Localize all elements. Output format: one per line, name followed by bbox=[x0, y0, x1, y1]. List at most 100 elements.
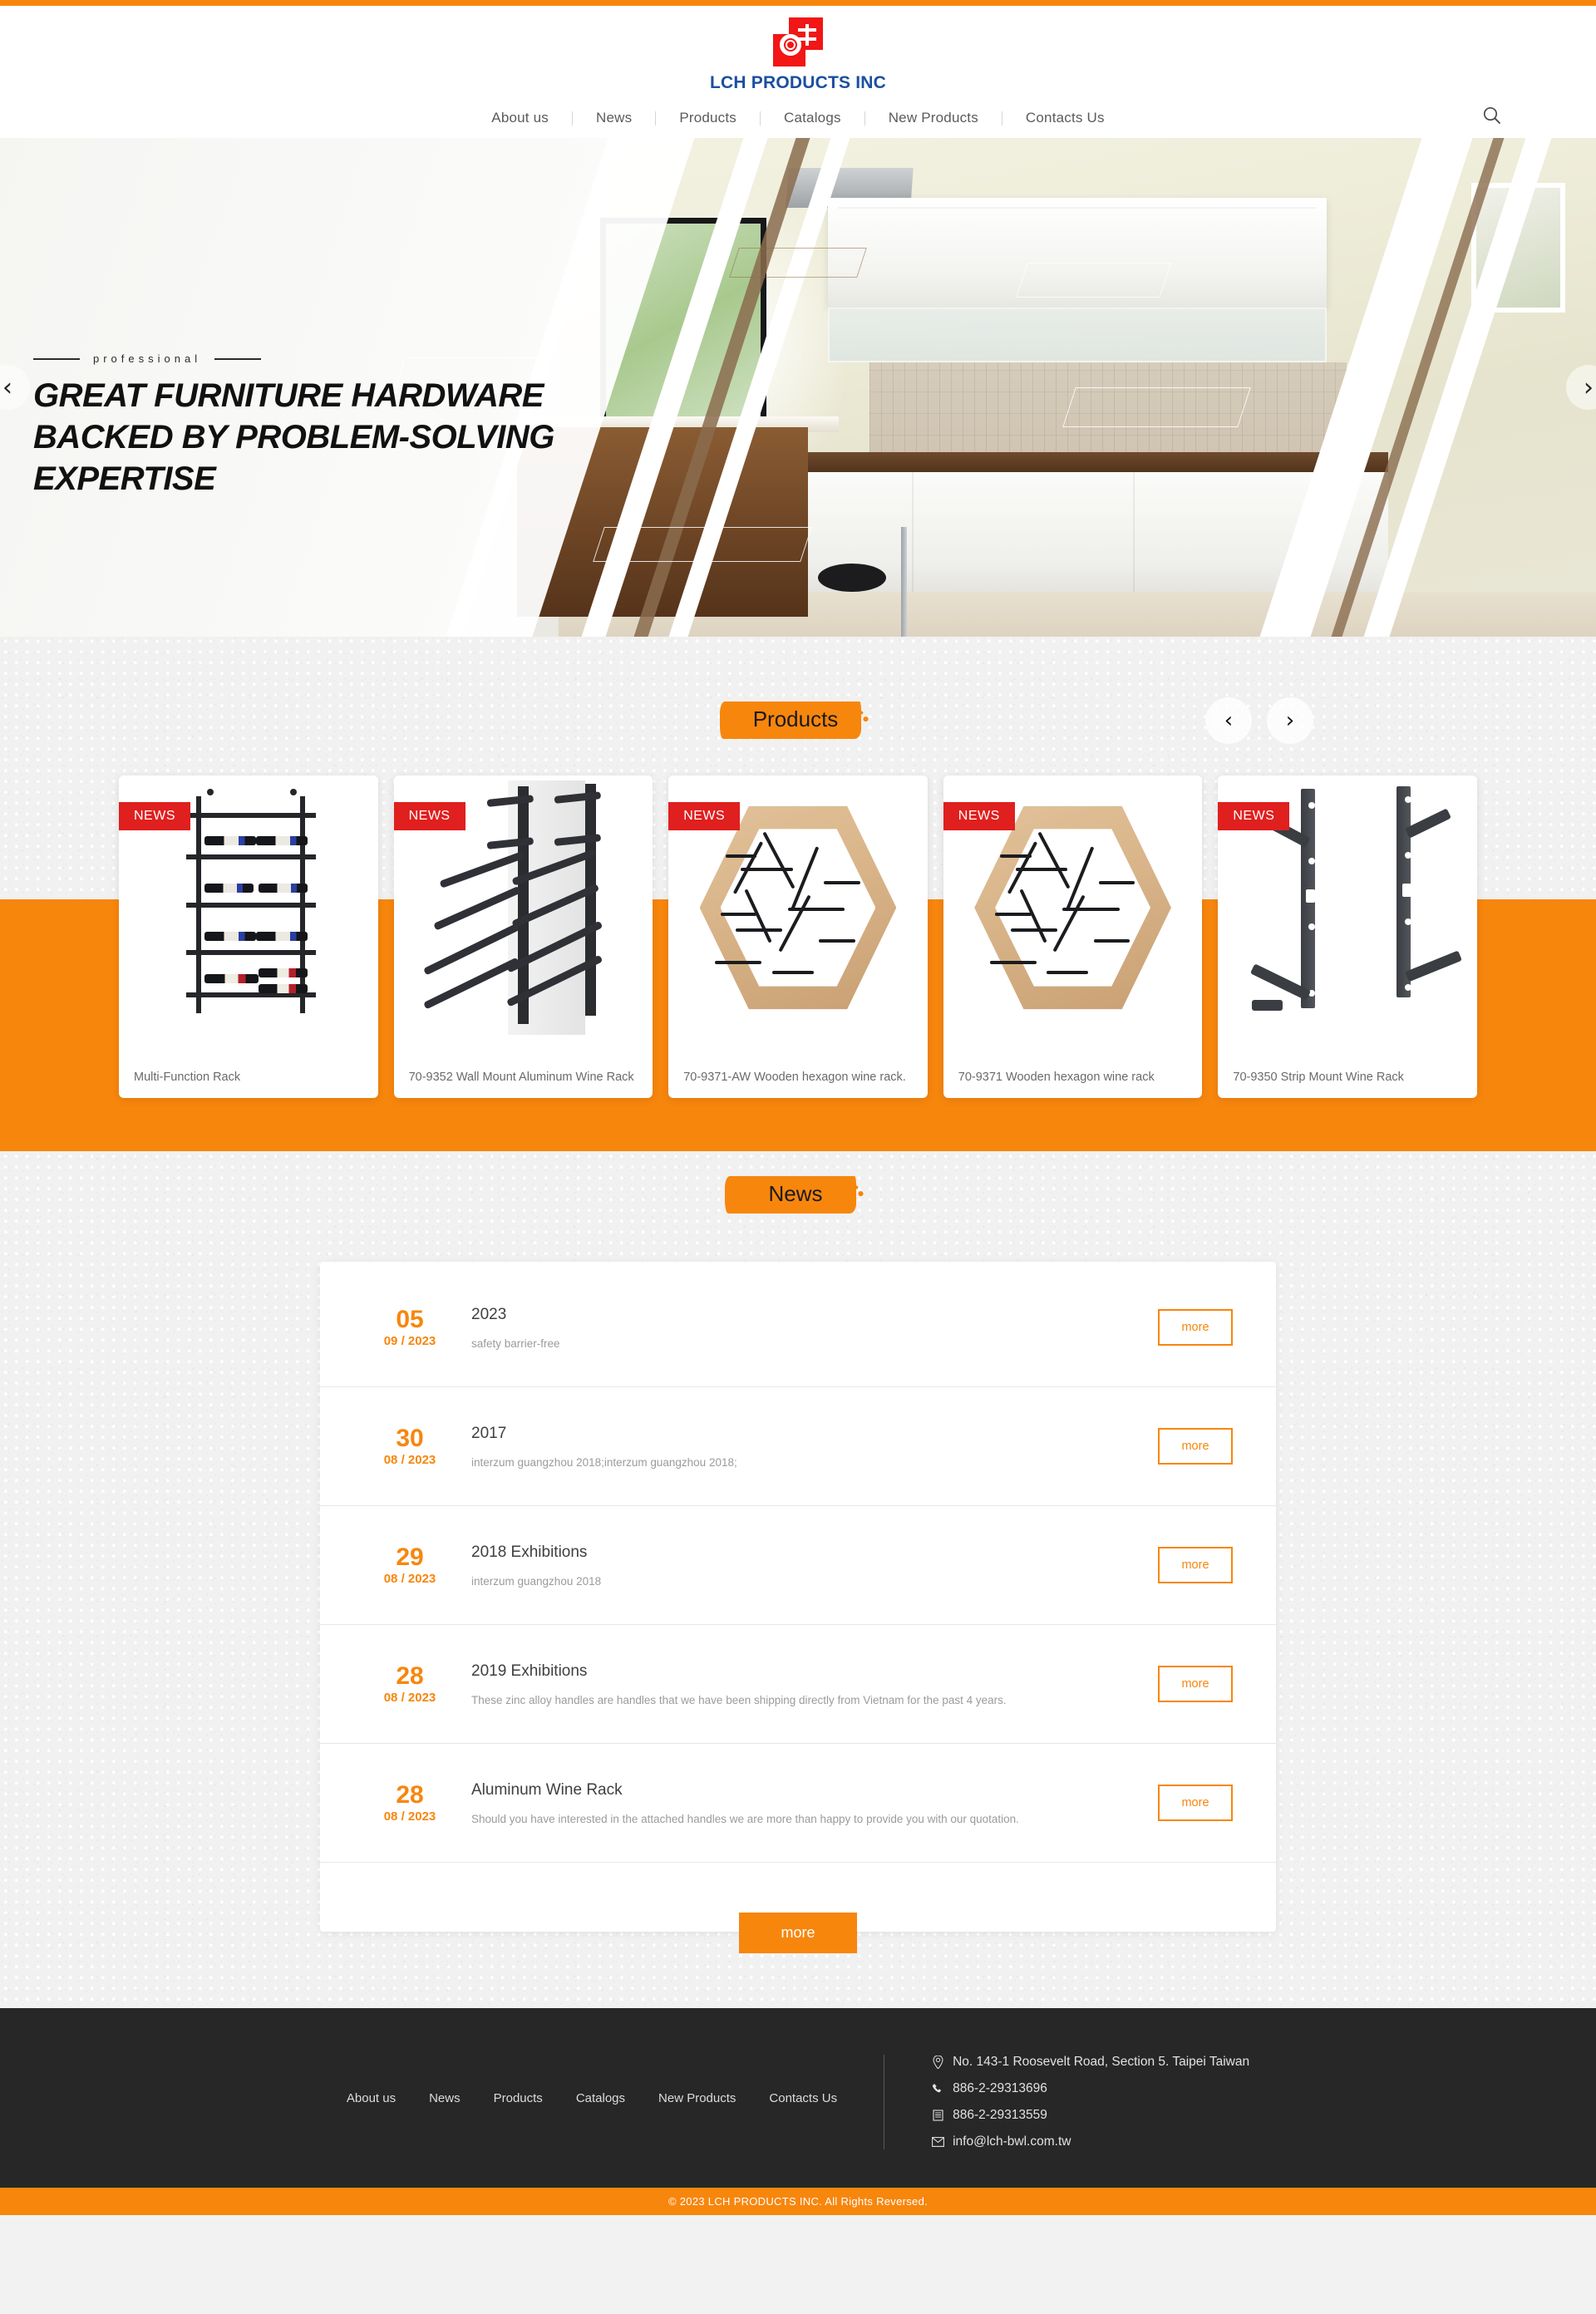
news-body: 2018 Exhibitions interzum guangzhou 2018 bbox=[456, 1543, 1158, 1588]
footer-nav: About us News Products Catalogs New Prod… bbox=[347, 2055, 884, 2142]
news-view-more-button[interactable]: more bbox=[739, 1913, 857, 1953]
products-carousel: NEWS Multi-Function Rack NEWS 70-9352 Wa… bbox=[0, 742, 1596, 1098]
news-title: 2017 bbox=[471, 1424, 507, 1442]
nav-item-about-us[interactable]: About us bbox=[468, 110, 572, 126]
footer-nav-item-about-us[interactable]: About us bbox=[347, 2091, 396, 2105]
footer-nav-item-contacts-us[interactable]: Contacts Us bbox=[769, 2091, 837, 2105]
footer-address-line: No. 143-1 Roosevelt Road, Section 5. Tai… bbox=[931, 2055, 1249, 2070]
news-title: 2018 Exhibitions bbox=[471, 1543, 588, 1561]
news-date: 29 08 / 2023 bbox=[363, 1544, 456, 1587]
products-next-chevron-right-icon[interactable]: › bbox=[1267, 697, 1313, 744]
news-more-button[interactable]: more bbox=[1158, 1309, 1233, 1346]
product-badge: NEWS bbox=[668, 802, 741, 830]
news-day: 29 bbox=[396, 1543, 424, 1571]
footer-email[interactable]: info@lch-bwl.com.tw bbox=[953, 2134, 1071, 2149]
news-list-item[interactable]: 05 09 / 2023 2023 safety barrier-free mo… bbox=[320, 1268, 1276, 1387]
hero-banner: professional GREAT FURNITURE HARDWARE BA… bbox=[0, 138, 1596, 637]
product-title: 70-9371 Wooden hexagon wine rack bbox=[958, 1070, 1155, 1084]
product-badge: NEWS bbox=[943, 802, 1015, 830]
news-description: interzum guangzhou 2018 bbox=[471, 1574, 602, 1588]
envelope-icon bbox=[931, 2135, 944, 2149]
footer-nav-item-news[interactable]: News bbox=[429, 2091, 461, 2105]
footer-nav-item-new-products[interactable]: New Products bbox=[658, 2091, 736, 2105]
nav-item-products[interactable]: Products bbox=[656, 110, 760, 126]
hero-wire-accent bbox=[1015, 263, 1171, 298]
hero-kicker-rule bbox=[33, 357, 80, 360]
nav-item-new-products[interactable]: New Products bbox=[865, 110, 1002, 126]
news-date: 05 09 / 2023 bbox=[363, 1307, 456, 1349]
nav-item-contacts-us[interactable]: Contacts Us bbox=[1002, 110, 1128, 126]
news-heading-brush: News bbox=[725, 1173, 871, 1217]
hero-wire-accent bbox=[729, 248, 867, 278]
product-card[interactable]: NEWS 70-9350 Strip Mount Wine Rack bbox=[1218, 775, 1477, 1098]
news-more-button[interactable]: more bbox=[1158, 1547, 1233, 1583]
site-footer: About us News Products Catalogs New Prod… bbox=[0, 2008, 1596, 2188]
hero-kicker: professional bbox=[33, 352, 565, 365]
news-description: safety barrier-free bbox=[471, 1337, 560, 1350]
brand-name: LCH PRODUCTS INC bbox=[709, 73, 887, 92]
news-section: News 05 09 / 2023 2023 safety barrier-fr… bbox=[0, 1098, 1596, 2008]
lch-logo-icon bbox=[773, 17, 823, 66]
footer-fax: 886-2-29313559 bbox=[953, 2108, 1047, 2122]
news-date: 30 08 / 2023 bbox=[363, 1425, 456, 1468]
news-title: 2019 Exhibitions bbox=[471, 1662, 588, 1680]
copyright-bar: © 2023 LCH PRODUCTS INC. All Rights Reve… bbox=[0, 2188, 1596, 2215]
news-date: 28 08 / 2023 bbox=[363, 1663, 456, 1706]
news-day: 28 bbox=[396, 1662, 424, 1690]
news-heading-text: News bbox=[768, 1181, 823, 1206]
news-month-year: 08 / 2023 bbox=[383, 1572, 436, 1587]
news-day: 30 bbox=[396, 1424, 424, 1452]
news-day: 28 bbox=[396, 1780, 424, 1809]
site-header: LCH PRODUCTS INC About us News Products … bbox=[0, 6, 1596, 138]
product-title: 70-9371-AW Wooden hexagon wine rack. bbox=[683, 1070, 906, 1084]
news-date: 28 08 / 2023 bbox=[363, 1782, 456, 1824]
news-heading-row: News bbox=[283, 1173, 1313, 1217]
news-list-item[interactable]: 28 08 / 2023 2019 Exhibitions These zinc… bbox=[320, 1625, 1276, 1744]
news-description: Should you have interested in the attach… bbox=[471, 1812, 1019, 1825]
brand-logo[interactable]: LCH PRODUCTS INC bbox=[0, 17, 1596, 93]
news-description: interzum guangzhou 2018;interzum guangzh… bbox=[471, 1455, 737, 1469]
news-list-item[interactable]: 30 08 / 2023 2017 interzum guangzhou 201… bbox=[320, 1387, 1276, 1506]
footer-email-line: info@lch-bwl.com.tw bbox=[931, 2134, 1249, 2149]
news-day: 05 bbox=[396, 1305, 424, 1333]
products-carousel-arrows: ‹ › bbox=[1205, 697, 1313, 744]
products-prev-chevron-left-icon[interactable]: ‹ bbox=[1205, 697, 1252, 744]
product-title: 70-9352 Wall Mount Aluminum Wine Rack bbox=[408, 1070, 634, 1084]
footer-phone: 886-2-29313696 bbox=[953, 2081, 1047, 2095]
news-description: These zinc alloy handles are handles tha… bbox=[471, 1693, 1007, 1706]
news-more-button[interactable]: more bbox=[1158, 1666, 1233, 1702]
footer-nav-item-catalogs[interactable]: Catalogs bbox=[576, 2091, 625, 2105]
product-card[interactable]: NEWS 70-9352 Wall Mount Aluminum Wine Ra… bbox=[393, 775, 653, 1098]
footer-fax-line: 886-2-29313559 bbox=[931, 2108, 1249, 2123]
products-section: Products ‹ › NEWS Multi-Function Rack NE… bbox=[0, 637, 1596, 1151]
news-month-year: 09 / 2023 bbox=[383, 1334, 436, 1349]
phone-icon bbox=[931, 2082, 944, 2095]
product-card[interactable]: NEWS Multi-Function Rack bbox=[119, 775, 378, 1098]
main-nav: About us News Products Catalogs New Prod… bbox=[0, 93, 1596, 138]
nav-item-catalogs[interactable]: Catalogs bbox=[761, 110, 864, 126]
product-card[interactable]: NEWS 70-9371 Wooden hexagon wine rack bbox=[943, 775, 1203, 1098]
footer-nav-item-products[interactable]: Products bbox=[494, 2091, 543, 2105]
fax-icon bbox=[931, 2109, 944, 2122]
news-title: Aluminum Wine Rack bbox=[471, 1780, 623, 1799]
product-badge: NEWS bbox=[119, 802, 190, 830]
news-list: 05 09 / 2023 2023 safety barrier-free mo… bbox=[320, 1262, 1276, 1953]
news-more-button[interactable]: more bbox=[1158, 1785, 1233, 1821]
product-card[interactable]: NEWS 70-9371-AW Wooden hexagon wine rack… bbox=[668, 775, 928, 1098]
hero-kicker-rule bbox=[214, 357, 262, 360]
product-badge: NEWS bbox=[393, 802, 466, 830]
footer-contact: No. 143-1 Roosevelt Road, Section 5. Tai… bbox=[884, 2055, 1249, 2149]
news-title: 2023 bbox=[471, 1305, 507, 1323]
hero-kicker-text: professional bbox=[93, 352, 202, 365]
news-more-button[interactable]: more bbox=[1158, 1428, 1233, 1465]
product-title: 70-9350 Strip Mount Wine Rack bbox=[1233, 1070, 1404, 1084]
news-list-item[interactable]: 28 08 / 2023 Aluminum Wine Rack Should y… bbox=[320, 1744, 1276, 1863]
search-icon[interactable] bbox=[1481, 105, 1503, 126]
hero-wire-accent bbox=[1062, 387, 1252, 427]
nav-item-news[interactable]: News bbox=[573, 110, 655, 126]
news-body: Aluminum Wine Rack Should you have inter… bbox=[456, 1781, 1158, 1825]
footer-phone-line: 886-2-29313696 bbox=[931, 2081, 1249, 2096]
location-pin-icon bbox=[931, 2056, 944, 2069]
news-footer: more bbox=[320, 1863, 1276, 1953]
news-list-item[interactable]: 29 08 / 2023 2018 Exhibitions interzum g… bbox=[320, 1506, 1276, 1625]
